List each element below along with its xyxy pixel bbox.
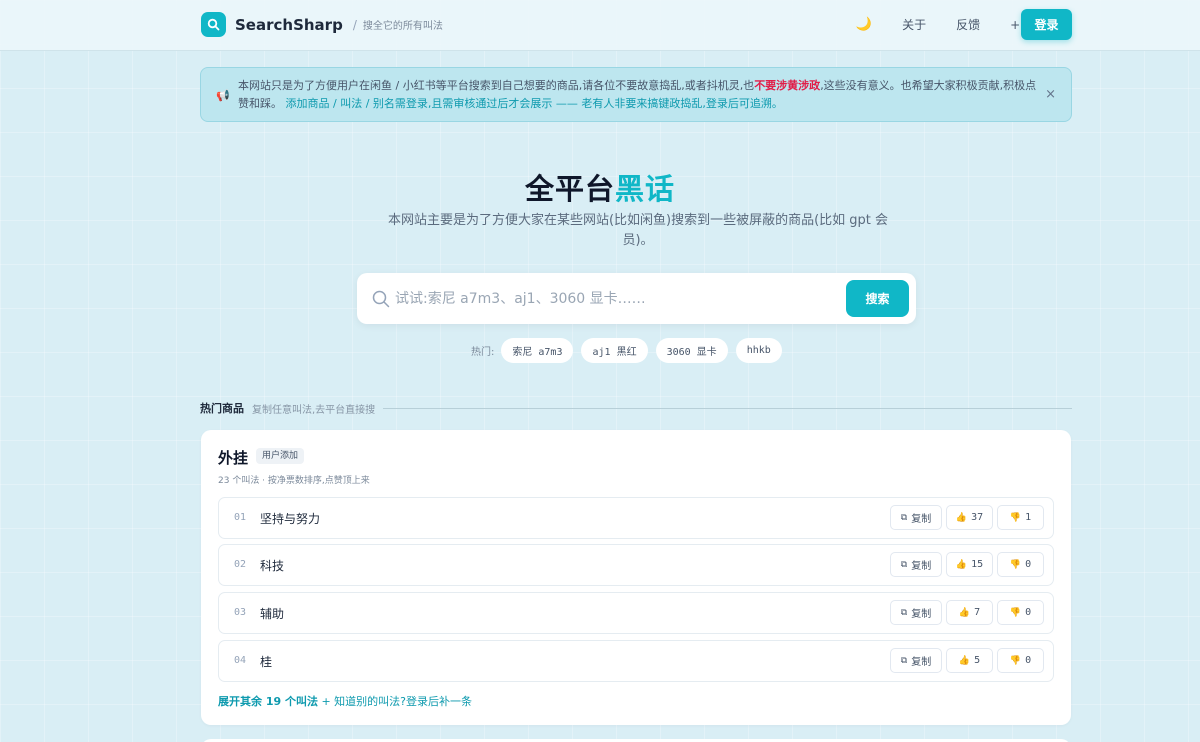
- hot-label: 热门:: [471, 347, 495, 358]
- downvote-button[interactable]: 👎 1: [997, 505, 1044, 530]
- thumbs-up-icon: 👍: [958, 655, 971, 666]
- alias-name: 坚持与努力: [260, 512, 321, 526]
- brand-tagline: 搜全它的所有叫法: [362, 21, 443, 32]
- hot-chip[interactable]: aj1 黑红: [581, 338, 648, 363]
- thumbs-down-icon: 👎: [1009, 559, 1022, 570]
- nav-feedback[interactable]: 反馈: [956, 16, 980, 33]
- upvote-button[interactable]: 👍 15: [946, 552, 993, 577]
- copy-icon: ⧉: [900, 655, 908, 666]
- hero-title-accent: 黑话: [615, 172, 676, 206]
- notice-warning: 不要涉黄涉政: [754, 79, 821, 92]
- upvote-button[interactable]: 👍 7: [946, 600, 993, 625]
- copy-label: 复制: [911, 657, 932, 668]
- section-divider: [383, 407, 1072, 409]
- close-icon[interactable]: ×: [1045, 87, 1056, 102]
- upvote-count: 5: [974, 655, 981, 666]
- alias-actions: ⧉ 复制 👍 37 👎 1: [881, 505, 1044, 530]
- search-icon: [372, 290, 390, 312]
- alias-row: 03 辅助 ⧉ 复制 👍 7 👎 0: [218, 592, 1054, 634]
- notice-banner: 📢 本网站只是为了方便用户在闲鱼 / 小红书等平台搜索到自己想要的商品,请各位不…: [200, 67, 1072, 122]
- hero-title: 全平台黑话: [0, 166, 1200, 208]
- hero-title-main: 全平台: [524, 172, 615, 206]
- alias-row: 02 科技 ⧉ 复制 👍 15 👎 0: [218, 544, 1054, 586]
- section-subtitle: 复制任意叫法,去平台直接搜: [252, 404, 376, 416]
- downvote-count: 0: [1025, 655, 1032, 666]
- alias-row: 04 桂 ⧉ 复制 👍 5 👎 0: [218, 640, 1054, 682]
- hot-chip[interactable]: 索尼 a7m3: [501, 338, 574, 363]
- thumbs-down-icon: 👎: [1009, 655, 1022, 666]
- copy-icon: ⧉: [900, 512, 908, 523]
- downvote-count: 0: [1025, 559, 1032, 570]
- copy-icon: ⧉: [900, 559, 908, 570]
- thumbs-down-icon: 👎: [1009, 512, 1022, 523]
- product-badge: 用户添加: [256, 448, 305, 464]
- copy-button[interactable]: ⧉ 复制: [890, 600, 942, 625]
- hot-chip[interactable]: 3060 显卡: [655, 338, 728, 363]
- alias-actions: ⧉ 复制 👍 7 👎 0: [881, 600, 1044, 625]
- thumbs-up-icon: 👍: [955, 559, 968, 570]
- product-meta: 23 个叫法 · 按净票数排序,点赞顶上来: [218, 476, 370, 486]
- hot-tags: 热门: 索尼 a7m3 aj1 黑红 3060 显卡 hhkb: [471, 338, 790, 363]
- copy-icon: ⧉: [900, 607, 908, 618]
- brand-name: SearchSharp: [235, 15, 343, 34]
- upvote-button[interactable]: 👍 5: [946, 648, 993, 673]
- downvote-button[interactable]: 👎 0: [997, 600, 1044, 625]
- downvote-count: 0: [1025, 607, 1032, 618]
- downvote-count: 1: [1025, 512, 1032, 523]
- upvote-button[interactable]: 👍 37: [946, 505, 993, 530]
- alias-rank: 01: [234, 512, 247, 523]
- product-card: 外挂 用户添加 23 个叫法 · 按净票数排序,点赞顶上来 01 坚持与努力 ⧉…: [201, 430, 1071, 725]
- upvote-count: 37: [971, 512, 984, 523]
- brand-separator: /: [352, 17, 357, 32]
- copy-label: 复制: [911, 514, 932, 525]
- alias-name: 科技: [260, 559, 285, 573]
- copy-button[interactable]: ⧉ 复制: [890, 648, 942, 673]
- downvote-button[interactable]: 👎 0: [997, 648, 1044, 673]
- hero-subtitle: 本网站主要是为了方便大家在某些网站(比如闲鱼)搜索到一些被屏蔽的商品(比如 gp…: [387, 213, 889, 248]
- section-header: 热门商品 复制任意叫法,去平台直接搜: [200, 400, 1072, 416]
- search-box: 搜索: [357, 273, 916, 324]
- thumbs-down-icon: 👎: [1009, 607, 1022, 618]
- search-button[interactable]: 搜索: [846, 280, 909, 317]
- brand[interactable]: SearchSharp / 搜全它的所有叫法: [201, 12, 443, 37]
- alias-actions: ⧉ 复制 👍 15 👎 0: [881, 552, 1044, 577]
- upvote-count: 7: [974, 607, 981, 618]
- logo-search-icon: [201, 12, 226, 37]
- alias-name: 桂: [260, 655, 273, 669]
- moon-icon[interactable]: 🌙: [856, 17, 872, 32]
- copy-button[interactable]: ⧉ 复制: [890, 505, 942, 530]
- expand-row: 展开其余 19 个叫法 + 知道别的叫法?登录后补一条: [218, 693, 472, 709]
- upvote-count: 15: [971, 559, 984, 570]
- copy-label: 复制: [911, 609, 932, 620]
- nav-about[interactable]: 关于: [902, 16, 926, 33]
- expand-aliases-link[interactable]: 展开其余 19 个叫法: [218, 695, 318, 708]
- login-button[interactable]: 登录: [1021, 9, 1072, 40]
- section-title: 热门商品: [200, 402, 244, 415]
- alias-rank: 02: [234, 559, 247, 570]
- alias-rank: 03: [234, 607, 247, 618]
- alias-actions: ⧉ 复制 👍 5 👎 0: [881, 648, 1044, 673]
- add-alias-link[interactable]: + 知道别的叫法?登录后补一条: [321, 695, 472, 708]
- copy-label: 复制: [911, 561, 932, 572]
- copy-button[interactable]: ⧉ 复制: [890, 552, 942, 577]
- thumbs-up-icon: 👍: [958, 607, 971, 618]
- top-bar: SearchSharp / 搜全它的所有叫法 🌙 关于 反馈 + 添加商品 登录: [0, 0, 1200, 51]
- product-title: 外挂: [218, 449, 249, 467]
- alias-row: 01 坚持与努力 ⧉ 复制 👍 37 👎 1: [218, 497, 1054, 539]
- notice-link[interactable]: 添加商品 / 叫法 / 别名需登录,且需审核通过后才会展示 —— 老有人非要来搞…: [286, 97, 783, 110]
- alias-name: 辅助: [260, 607, 285, 621]
- notice-text: 本网站只是为了方便用户在闲鱼 / 小红书等平台搜索到自己想要的商品,请各位不要故…: [238, 77, 1040, 113]
- downvote-button[interactable]: 👎 0: [997, 552, 1044, 577]
- alias-rank: 04: [234, 655, 247, 666]
- search-input[interactable]: [395, 285, 835, 312]
- megaphone-icon: 📢: [216, 89, 230, 102]
- notice-text-part: 本网站只是为了方便用户在闲鱼 / 小红书等平台搜索到自己想要的商品,请各位不要故…: [238, 79, 755, 92]
- hot-chip[interactable]: hhkb: [735, 338, 782, 363]
- thumbs-up-icon: 👍: [955, 512, 968, 523]
